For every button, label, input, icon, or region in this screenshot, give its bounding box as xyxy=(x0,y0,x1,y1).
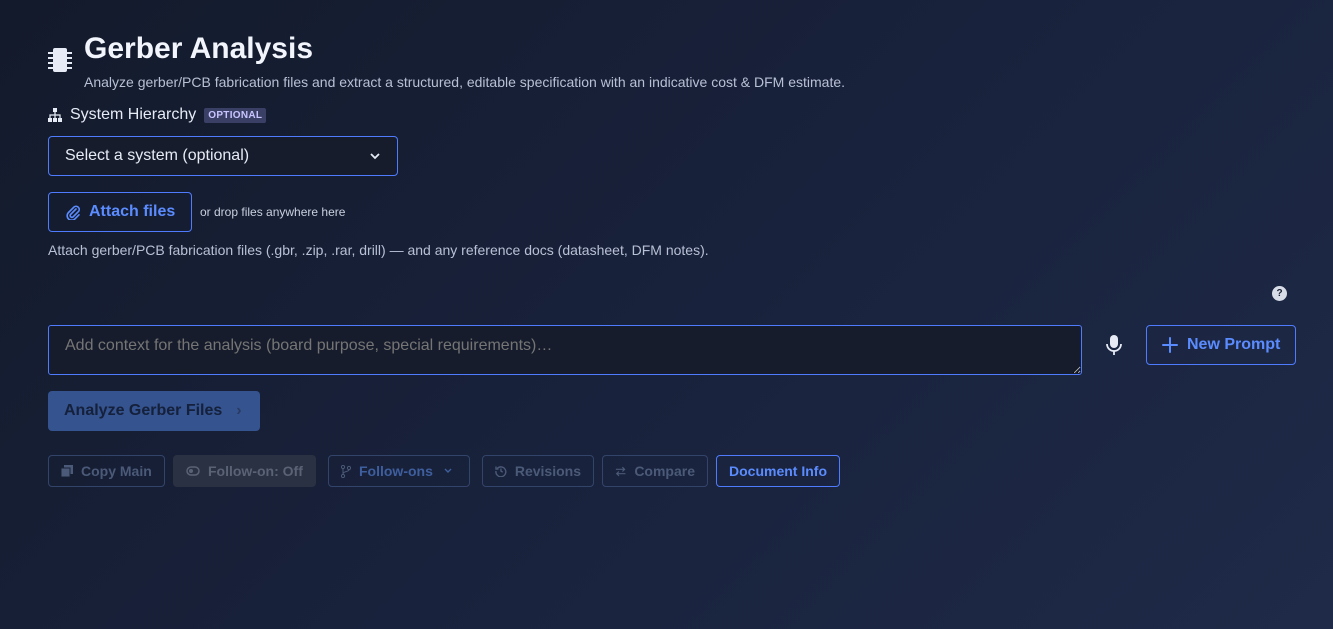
document-info-button[interactable]: Document Info xyxy=(716,455,840,487)
chip-icon xyxy=(48,48,72,72)
attach-files-label: Attach files xyxy=(89,203,176,220)
page-title: Gerber Analysis xyxy=(84,32,313,65)
compare-label: Compare xyxy=(634,463,695,479)
toggle-icon xyxy=(186,466,200,476)
analyze-gerber-label: Analyze Gerber Files xyxy=(64,402,223,419)
follow-ons-label: Follow-ons xyxy=(359,463,433,479)
new-prompt-button[interactable]: New Prompt xyxy=(1146,325,1296,365)
analyze-gerber-button[interactable]: Analyze Gerber Files › xyxy=(48,391,260,431)
revisions-button[interactable]: Revisions xyxy=(482,455,594,487)
context-input[interactable] xyxy=(48,325,1082,375)
plus-icon xyxy=(1162,337,1178,353)
attach-help-text: Attach gerber/PCB fabrication files (.gb… xyxy=(48,242,709,258)
compare-button[interactable]: Compare xyxy=(602,455,708,487)
history-icon xyxy=(495,466,507,477)
copy-main-button[interactable]: Copy Main xyxy=(48,455,165,487)
paperclip-icon xyxy=(66,205,80,220)
optional-badge: OPTIONAL xyxy=(204,107,267,123)
chevron-down-icon xyxy=(444,468,452,473)
system-hierarchy-label: System Hierarchy OPTIONAL xyxy=(48,106,267,124)
system-hierarchy-text: System Hierarchy xyxy=(70,106,197,123)
new-prompt-label: New Prompt xyxy=(1187,336,1281,353)
header-text: Gerber Analysis Analyze gerber/PCB fabri… xyxy=(84,32,845,90)
attach-files-button[interactable]: Attach files xyxy=(48,192,192,232)
drop-hint: or drop files anywhere here xyxy=(200,205,346,219)
system-select-value: Select a system (optional) xyxy=(65,147,250,164)
system-select[interactable]: Select a system (optional) xyxy=(48,136,398,176)
swap-icon xyxy=(615,466,626,476)
follow-on-toggle[interactable]: Follow-on: Off xyxy=(173,455,316,487)
follow-ons-dropdown[interactable]: Follow-ons xyxy=(328,455,470,487)
chevron-right-icon: › xyxy=(236,402,242,419)
follow-on-toggle-label: Follow-on: Off xyxy=(208,463,303,479)
document-info-label: Document Info xyxy=(729,463,827,479)
hierarchy-icon xyxy=(48,108,62,122)
help-icon[interactable]: ? xyxy=(1272,286,1287,301)
branch-icon xyxy=(341,464,351,478)
microphone-icon[interactable] xyxy=(1104,334,1124,356)
copy-main-label: Copy Main xyxy=(81,463,152,479)
page-subtitle: Analyze gerber/PCB fabrication files and… xyxy=(84,74,846,90)
chevron-down-icon xyxy=(370,153,380,160)
revisions-label: Revisions xyxy=(514,463,581,479)
copy-icon xyxy=(61,465,73,477)
page-header: Gerber Analysis Analyze gerber/PCB fabri… xyxy=(48,32,845,90)
